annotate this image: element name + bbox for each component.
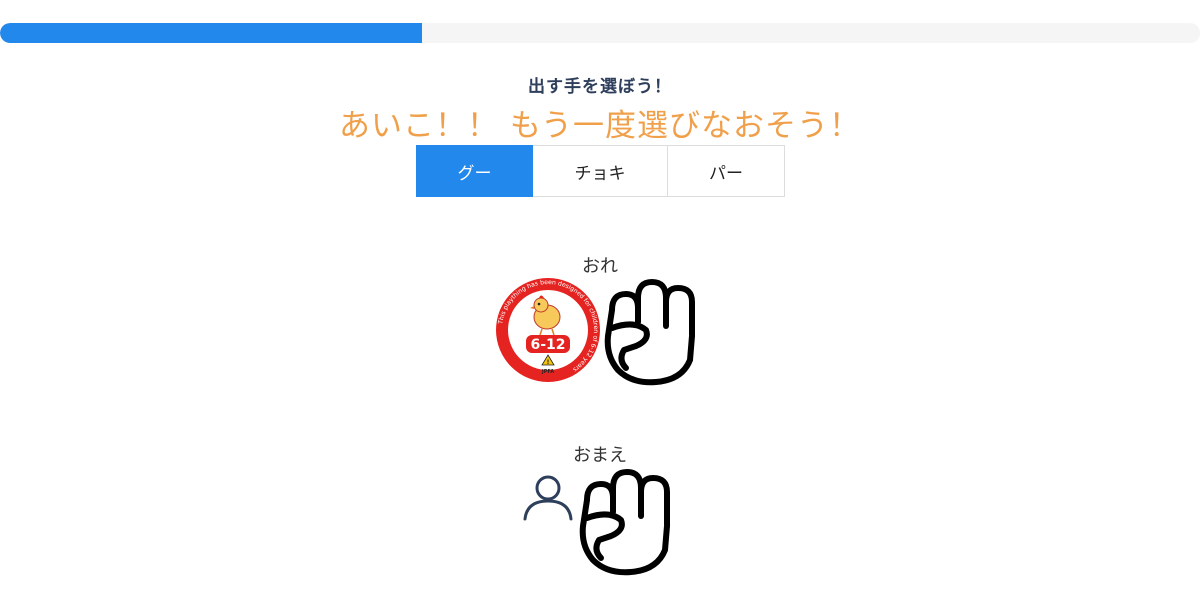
- progress-bar: [0, 23, 1200, 43]
- instruction-text: 出す手を選ぼう！: [528, 77, 672, 97]
- scissors-button[interactable]: チョキ: [533, 145, 668, 197]
- rock-button[interactable]: グー: [416, 145, 533, 197]
- badge-age-range: 6-12: [530, 337, 565, 353]
- cpu-avatar-badge: This plaything has been designed for chi…: [496, 278, 600, 382]
- hand-choice-group: グー チョキ パー: [416, 145, 785, 197]
- result-message: あいこ！！ もう一度選びなおそう！: [339, 108, 861, 144]
- svg-text:!: !: [547, 359, 550, 366]
- badge-org: JPFA: [541, 369, 554, 375]
- cpu-rock-hand-icon: [604, 279, 695, 386]
- player-label: おまえ: [573, 445, 627, 466]
- user-icon: [523, 475, 573, 521]
- progress-bar-fill: [0, 23, 423, 43]
- player-rock-hand-icon: [579, 469, 670, 576]
- paper-button[interactable]: パー: [668, 145, 785, 197]
- cpu-label: おれ: [582, 256, 618, 277]
